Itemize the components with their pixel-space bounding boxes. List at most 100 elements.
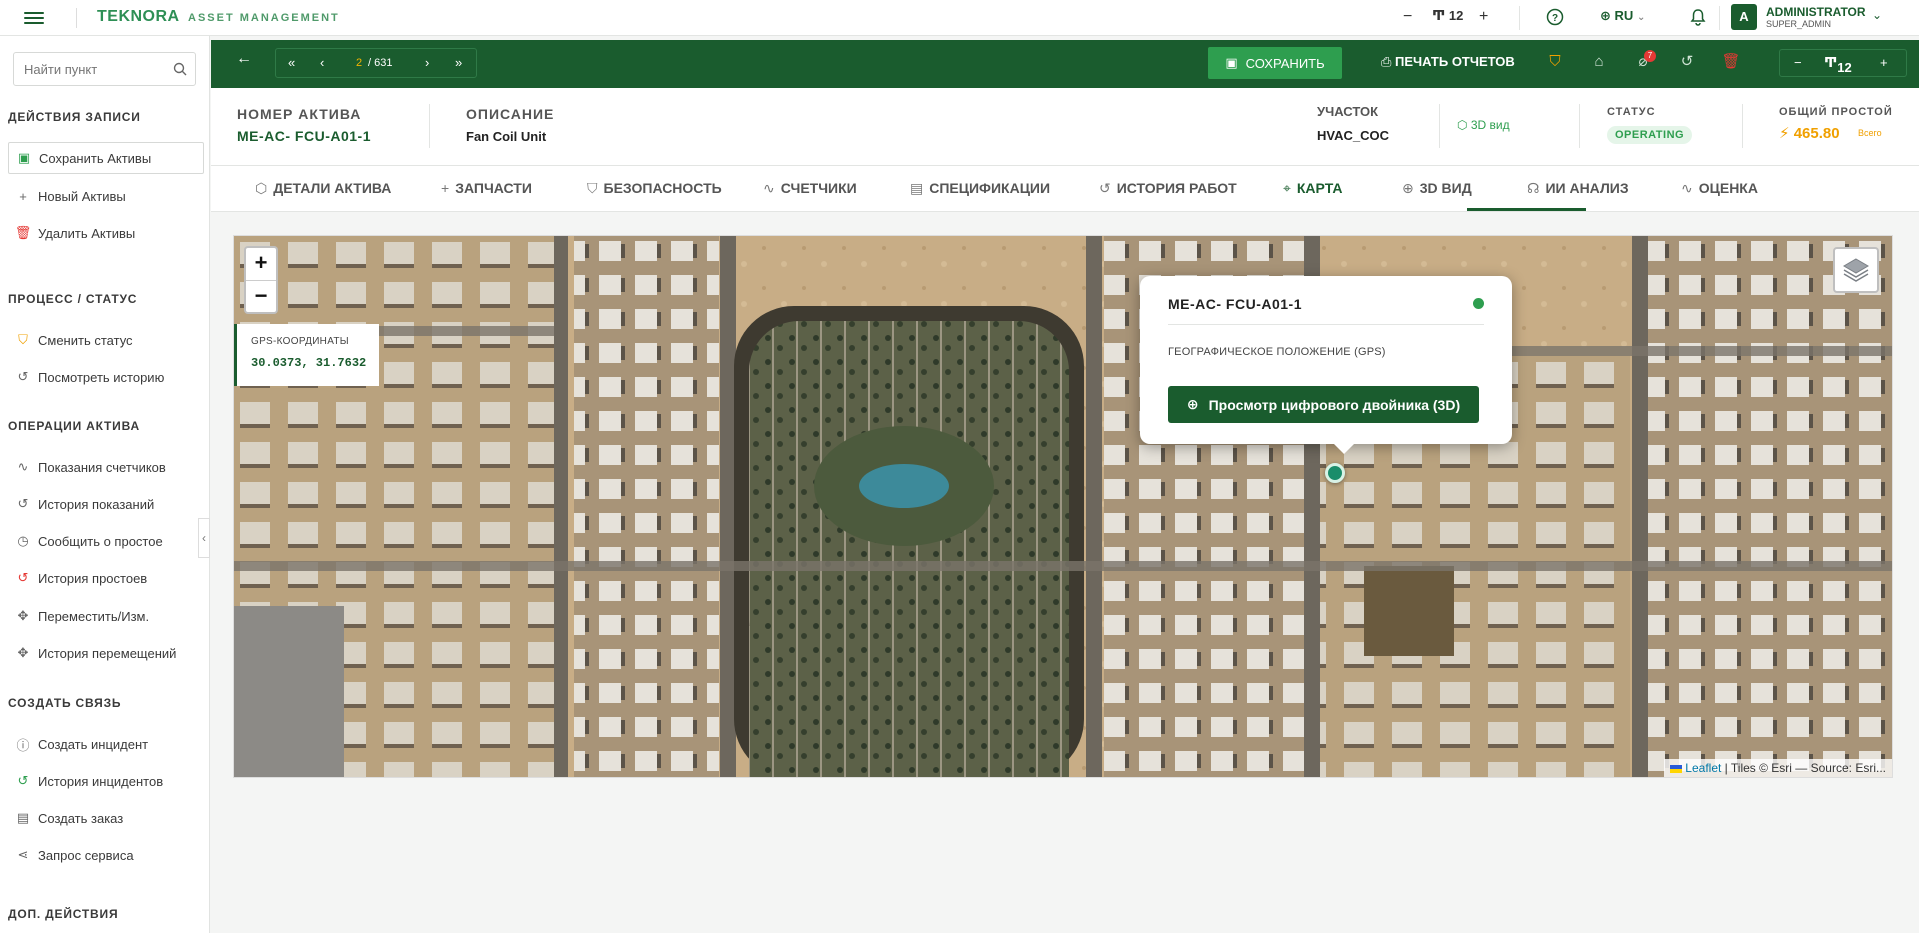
asset-popup: ME-AC- FCU-A01-1 ГЕОГРАФИЧЕСКОЕ ПОЛОЖЕНИ…	[1140, 276, 1512, 444]
digital-twin-button[interactable]: ⊕ Просмотр цифрового двойника (3D)	[1168, 386, 1479, 423]
sidebar-item-label: Посмотреть историю	[38, 369, 165, 385]
divider	[1742, 104, 1743, 148]
tab-map[interactable]: ⌖ КАРТА	[1283, 180, 1342, 197]
history-icon: ↺	[17, 496, 29, 511]
search-input[interactable]	[14, 53, 164, 85]
print-reports-button[interactable]: ⎙ ПЕЧАТЬ ОТЧЕТОВ	[1381, 54, 1515, 70]
site-value: HVAC_COC	[1317, 128, 1389, 143]
sidebar-item-view-history[interactable]: ↺ Посмотреть историю	[8, 361, 204, 393]
sidebar-item-create-incident[interactable]: ⓘ Создать инцидент	[8, 728, 204, 760]
history-icon: ↺	[17, 773, 29, 788]
zoom-in-button[interactable]: +	[246, 248, 276, 280]
history-icon[interactable]: ↺	[1677, 52, 1697, 72]
status-badge: OPERATING	[1607, 126, 1693, 144]
alert-icon: ⓘ	[16, 737, 30, 753]
language-value: RU	[1614, 8, 1634, 23]
status-label: СТАТУС	[1607, 106, 1656, 118]
trash-icon[interactable]: 🗑	[1721, 52, 1741, 72]
sidebar-item-move[interactable]: ✥ Переместить/Изм.	[8, 600, 204, 632]
zoom-out-button[interactable]: −	[246, 280, 276, 312]
tab-3d-view[interactable]: ⊕ 3D ВИД	[1402, 180, 1472, 197]
view-3d-label: 3D вид	[1470, 118, 1510, 132]
font-decrease-button[interactable]: −	[1403, 8, 1412, 26]
bell-icon[interactable]	[1690, 8, 1706, 29]
sidebar-section-title: ДОП. ДЕЙСТВИЯ	[8, 907, 119, 921]
font-increase-button[interactable]: +	[1479, 8, 1488, 26]
tab-assessment[interactable]: ∿ ОЦЕНКА	[1681, 180, 1758, 197]
asset-location-marker[interactable]	[1325, 463, 1345, 483]
sidebar-item-label: Переместить/Изм.	[38, 608, 150, 624]
app-logo: TEKNORA	[97, 8, 180, 25]
active-tab-indicator	[1467, 208, 1586, 211]
shield-icon: ⛉	[18, 332, 28, 347]
sidebar-item-label: История простоев	[38, 570, 148, 586]
sidebar-item-delete-asset[interactable]: 🗑 Удалить Активы	[8, 217, 204, 249]
tab-safety[interactable]: ⛉ БЕЗОПАСНОСТЬ	[587, 180, 722, 197]
divider	[1439, 104, 1440, 148]
tab-meters[interactable]: ∿ СЧЕТЧИКИ	[763, 180, 857, 197]
language-selector[interactable]: ⊕ RU ⌄	[1600, 8, 1645, 24]
next-record-icon[interactable]: ›	[425, 55, 429, 70]
sidebar-section-title: ПРОЦЕСС / СТАТУС	[8, 292, 138, 306]
sidebar-collapse-button[interactable]: ‹	[198, 518, 210, 558]
clock-icon: ◷	[17, 533, 29, 548]
printer-icon: ⎙	[1381, 54, 1392, 69]
tab-asset-details[interactable]: ⬡ ДЕТАЛИ АКТИВА	[255, 180, 391, 197]
globe-icon: ⊕	[1402, 180, 1414, 196]
satellite-map[interactable]: + − GPS-КООРДИНАТЫ 30.0373, 31.7632 ME-A…	[233, 235, 1893, 778]
map-zoom-control: + −	[244, 246, 278, 314]
font-decrease-button[interactable]: −	[1794, 55, 1802, 70]
popup-title: ME-AC- FCU-A01-1	[1168, 296, 1302, 312]
tab-ai-analysis[interactable]: ☊ ИИ АНАЛИЗ	[1527, 180, 1629, 197]
sidebar-item-new-asset[interactable]: + Новый Активы	[8, 180, 204, 212]
activity-icon: ∿	[1681, 180, 1693, 196]
globe-icon: ⊕	[1600, 8, 1611, 23]
tab-work-history[interactable]: ↺ ИСТОРИЯ РАБОТ	[1099, 180, 1237, 197]
last-record-icon[interactable]: »	[455, 55, 462, 70]
share-icon: ⋖	[17, 847, 29, 862]
save-button[interactable]: ▣ СОХРАНИТЬ	[1208, 47, 1342, 79]
sidebar-section-title: ОПЕРАЦИИ АКТИВА	[8, 419, 140, 433]
sidebar-item-change-status[interactable]: ⛉ Сменить статус	[8, 324, 204, 356]
chevron-down-icon[interactable]: ⌄	[1872, 8, 1882, 22]
sidebar-item-meter-readings[interactable]: ∿ Показания счетчиков	[8, 451, 204, 483]
sidebar-item-create-order[interactable]: ▤ Создать заказ	[8, 802, 204, 834]
divider	[1719, 6, 1720, 30]
sidebar-item-incident-history[interactable]: ↺ История инцидентов	[8, 765, 204, 797]
menu-icon[interactable]	[24, 9, 44, 27]
prev-record-icon[interactable]: ‹	[320, 55, 324, 70]
font-increase-button[interactable]: +	[1880, 55, 1888, 70]
asset-number-label: НОМЕР АКТИВА	[237, 106, 362, 122]
back-arrow-icon[interactable]: ←	[236, 50, 252, 68]
leaflet-link[interactable]: Leaflet	[1685, 761, 1721, 775]
user-name[interactable]: ADMINISTRATOR	[1766, 5, 1866, 19]
first-record-icon[interactable]: «	[288, 55, 295, 70]
search-icon[interactable]	[173, 62, 187, 81]
tab-spare-parts[interactable]: + ЗАПЧАСТИ	[441, 180, 532, 196]
sidebar-item-label: История инцидентов	[38, 773, 164, 789]
sidebar-item-reading-history[interactable]: ↺ История показаний	[8, 488, 204, 520]
action-bar: ← « ‹ 2 / 631 › » ▣ СОХРАНИТЬ ⎙ ПЕЧАТЬ ОТ…	[211, 40, 1919, 88]
tab-specifications[interactable]: ▤ СПЕЦИФИКАЦИИ	[910, 180, 1050, 197]
view-3d-link[interactable]: ⬡ 3D вид	[1457, 118, 1510, 132]
cube-icon: ⬡	[1457, 118, 1468, 132]
help-icon[interactable]: ?	[1546, 8, 1564, 29]
layers-icon[interactable]	[1833, 247, 1879, 293]
sidebar-item-save-assets[interactable]: ▣ Сохранить Активы	[8, 142, 204, 174]
app-subtitle: ASSET MANAGEMENT	[188, 12, 340, 24]
sidebar-item-label: Создать инцидент	[38, 736, 149, 752]
tab-label: ИИ АНАЛИЗ	[1545, 180, 1629, 196]
sidebar-item-service-request[interactable]: ⋖ Запрос сервиса	[8, 839, 204, 871]
attribution-text: | Tiles © Esri — Source: Esri...	[1721, 761, 1886, 775]
tag-icon[interactable]: ⌂	[1589, 52, 1609, 72]
sidebar-item-move-history[interactable]: ✥ История перемещений	[8, 637, 204, 669]
sidebar-item-downtime-history[interactable]: ↺ История простоев	[8, 562, 204, 594]
asset-header: НОМЕР АКТИВА ME-AC- FCU-A01-1 ОПИСАНИЕ F…	[211, 88, 1919, 166]
shield-icon[interactable]: ⛉	[1545, 52, 1565, 72]
brain-icon: ☊	[1527, 180, 1540, 196]
shield-icon: ⛉	[587, 180, 598, 196]
avatar[interactable]: A	[1731, 4, 1757, 30]
activity-icon: ∿	[763, 180, 775, 196]
sidebar-item-report-downtime[interactable]: ◷ Сообщить о простое	[8, 525, 204, 557]
globe-icon: ⊕	[1186, 396, 1199, 412]
